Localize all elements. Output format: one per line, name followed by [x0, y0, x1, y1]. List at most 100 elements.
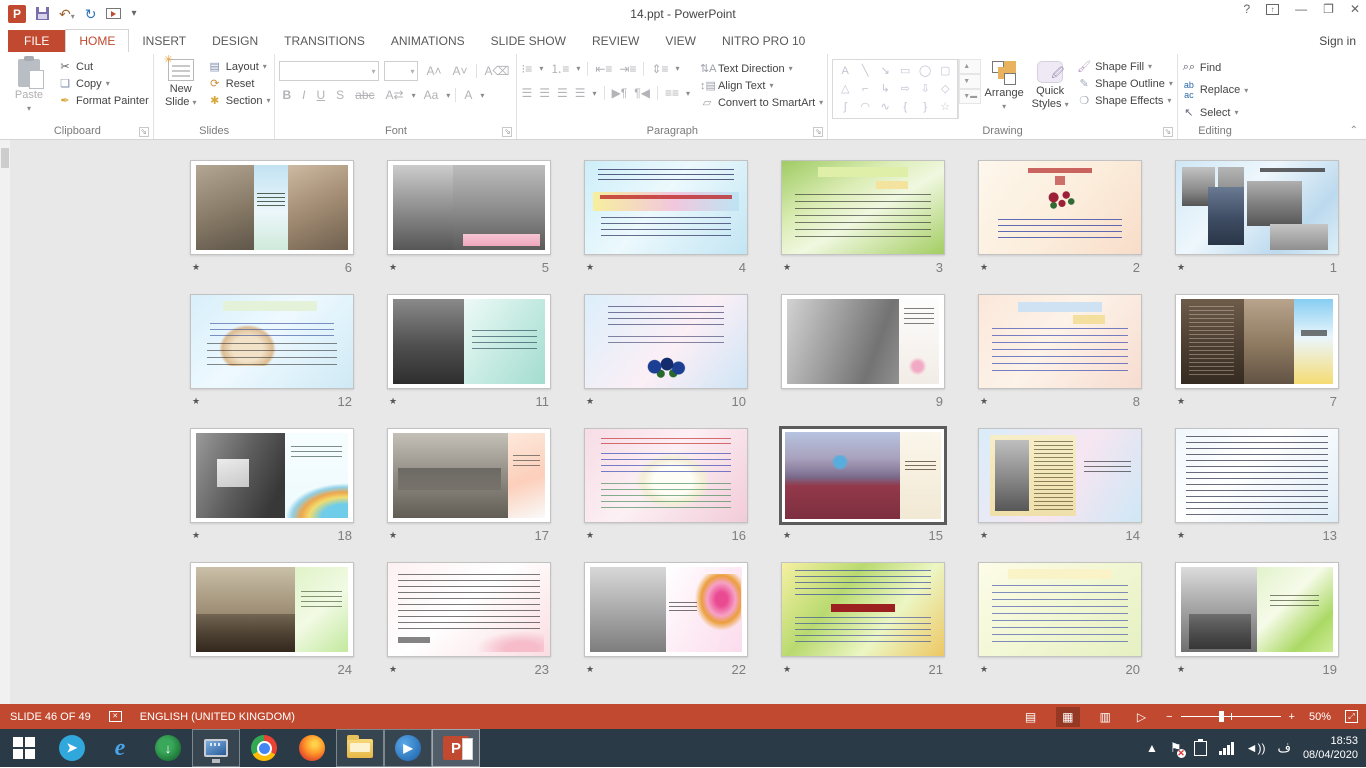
convert-smartart-button[interactable]: ▱Convert to SmartArt ▾ — [700, 96, 823, 109]
shape-icon[interactable]: ↳ — [875, 80, 895, 98]
tab-home[interactable]: HOME — [65, 29, 129, 52]
align-left-icon[interactable]: ☰ — [521, 86, 532, 100]
align-text-button[interactable]: ↕▤Align Text ▾ — [700, 79, 823, 92]
start-button[interactable] — [0, 729, 48, 767]
shape-fill-button[interactable]: 🖌Shape Fill ▾ — [1077, 60, 1173, 73]
animation-star-icon[interactable]: ★ — [192, 530, 200, 541]
paste-button[interactable]: Paste▾ — [6, 56, 52, 114]
tab-file[interactable]: FILE — [8, 30, 65, 52]
slide-thumbnail-13[interactable] — [1175, 428, 1339, 523]
slide-thumbnail-3[interactable] — [781, 160, 945, 255]
slide-thumbnail-10[interactable] — [584, 294, 748, 389]
zoom-slider-thumb[interactable] — [1219, 711, 1224, 722]
shrink-font-icon[interactable]: A˅ — [449, 64, 470, 78]
action-center-flag-icon[interactable]: ⚑✕ — [1170, 740, 1182, 756]
shape-effects-button[interactable]: ❍Shape Effects ▾ — [1077, 94, 1173, 107]
animation-star-icon[interactable]: ★ — [980, 262, 988, 273]
slide-thumbnail-23[interactable] — [387, 562, 551, 657]
section-button[interactable]: ✱Section ▾ — [208, 94, 271, 107]
slide-thumbnail-15[interactable] — [781, 428, 945, 523]
slide-thumbnail-2[interactable] — [978, 160, 1142, 255]
slide-thumbnail-21[interactable] — [781, 562, 945, 657]
taskbar-remote-desktop[interactable] — [192, 729, 240, 767]
taskbar-powerpoint[interactable]: P — [432, 729, 480, 767]
shape-icon[interactable]: ▭ — [895, 62, 915, 80]
animation-star-icon[interactable]: ★ — [1177, 530, 1185, 541]
bold-icon[interactable]: B — [279, 88, 294, 102]
increase-indent-icon[interactable]: ⇥≡ — [619, 62, 636, 76]
language-indicator[interactable]: ENGLISH (UNITED KINGDOM) — [140, 711, 295, 723]
taskbar-media-player[interactable]: ▶ — [384, 729, 432, 767]
animation-star-icon[interactable]: ★ — [586, 262, 594, 273]
slide-thumbnail-5[interactable] — [387, 160, 551, 255]
shape-icon[interactable]: ╲ — [855, 62, 875, 80]
text-shadow-icon[interactable]: S — [333, 88, 347, 102]
shape-icon[interactable]: ◯ — [915, 62, 935, 80]
align-center-icon[interactable]: ☰ — [539, 86, 550, 100]
zoom-in-icon[interactable]: + — [1289, 711, 1295, 723]
animation-star-icon[interactable]: ★ — [389, 530, 397, 541]
hidden-icons-chevron[interactable]: ▲ — [1146, 741, 1158, 755]
animation-star-icon[interactable]: ★ — [192, 396, 200, 407]
select-button[interactable]: ↖Select ▾ — [1182, 106, 1248, 119]
italic-icon[interactable]: I — [299, 88, 308, 102]
collapse-ribbon-icon[interactable]: ⌃ — [1350, 125, 1358, 136]
shape-icon[interactable]: { — [895, 98, 915, 116]
shape-icon[interactable]: △ — [835, 80, 855, 98]
tab-slide-show[interactable]: SLIDE SHOW — [478, 30, 579, 52]
animation-star-icon[interactable]: ★ — [1177, 396, 1185, 407]
arrange-button[interactable]: Arrange▾ — [981, 56, 1027, 112]
animation-star-icon[interactable]: ★ — [586, 530, 594, 541]
fit-to-window-icon[interactable]: ⤢ — [1345, 710, 1358, 723]
slide-thumbnail-24[interactable] — [190, 562, 354, 657]
restore-icon[interactable]: ❐ — [1323, 2, 1334, 16]
paragraph-dialog-launcher-icon[interactable]: ⇘ — [813, 127, 823, 137]
tab-review[interactable]: REVIEW — [579, 30, 652, 52]
decrease-indent-icon[interactable]: ⇤≡ — [595, 62, 612, 76]
drawing-dialog-launcher-icon[interactable]: ⇘ — [1163, 127, 1173, 137]
rtl-direction-icon[interactable]: ¶◀ — [634, 86, 650, 100]
slide-thumbnail-1[interactable] — [1175, 160, 1339, 255]
slide-thumbnail-14[interactable] — [978, 428, 1142, 523]
cut-button[interactable]: ✂Cut — [58, 60, 149, 73]
taskbar-chrome[interactable] — [240, 729, 288, 767]
gallery-more-icon[interactable]: ▼▬ — [959, 89, 981, 104]
tab-animations[interactable]: ANIMATIONS — [378, 30, 478, 52]
character-spacing-icon[interactable]: A⇄ — [383, 88, 407, 102]
shapes-gallery[interactable]: A╲↘▭◯▢△⌐↳⇨⇩◇ʃ◠∿{}☆ — [832, 59, 958, 119]
taskbar-telegram[interactable]: ➤ — [48, 729, 96, 767]
tab-transitions[interactable]: TRANSITIONS — [271, 30, 378, 52]
format-painter-button[interactable]: ✒Format Painter — [58, 94, 149, 107]
taskbar-clock[interactable]: 18:53 08/04/2020 — [1303, 734, 1362, 763]
animation-star-icon[interactable]: ★ — [783, 262, 791, 273]
bullets-icon[interactable]: ⁝≡ — [521, 62, 532, 76]
font-size-combo[interactable]: ▾ — [384, 61, 418, 81]
animation-star-icon[interactable]: ★ — [980, 664, 988, 675]
slide-thumbnail-17[interactable] — [387, 428, 551, 523]
numbering-icon[interactable]: ⒈≡ — [550, 60, 569, 77]
font-name-combo[interactable]: ▾ — [279, 61, 379, 81]
copy-button[interactable]: ❏Copy ▾ — [58, 77, 149, 90]
animation-star-icon[interactable]: ★ — [389, 396, 397, 407]
slide-thumbnail-6[interactable] — [190, 160, 354, 255]
animation-star-icon[interactable]: ★ — [980, 396, 988, 407]
help-icon[interactable]: ? — [1243, 2, 1250, 16]
taskbar-download-manager[interactable]: ↓ — [144, 729, 192, 767]
animation-star-icon[interactable]: ★ — [783, 664, 791, 675]
zoom-slider[interactable] — [1181, 716, 1281, 717]
animation-star-icon[interactable]: ★ — [389, 262, 397, 273]
shapes-gallery-scroll[interactable]: ▲▼▼▬ — [958, 59, 981, 119]
shape-icon[interactable]: } — [915, 98, 935, 116]
slide-thumbnail-11[interactable] — [387, 294, 551, 389]
taskbar-file-explorer[interactable] — [336, 729, 384, 767]
close-icon[interactable]: ✕ — [1350, 2, 1360, 16]
find-button[interactable]: ⌕⌕Find — [1182, 61, 1248, 74]
shape-icon[interactable]: ⇨ — [895, 80, 915, 98]
font-dialog-launcher-icon[interactable]: ⇘ — [502, 127, 512, 137]
ribbon-display-options-icon[interactable]: ↑ — [1266, 4, 1279, 15]
normal-view-icon[interactable]: ▤ — [1019, 707, 1042, 727]
shape-icon[interactable]: ⌐ — [855, 80, 875, 98]
line-spacing-icon[interactable]: ⇕≡ — [651, 62, 668, 76]
tab-design[interactable]: DESIGN — [199, 30, 271, 52]
tab-nitro-pro[interactable]: NITRO PRO 10 — [709, 30, 818, 52]
